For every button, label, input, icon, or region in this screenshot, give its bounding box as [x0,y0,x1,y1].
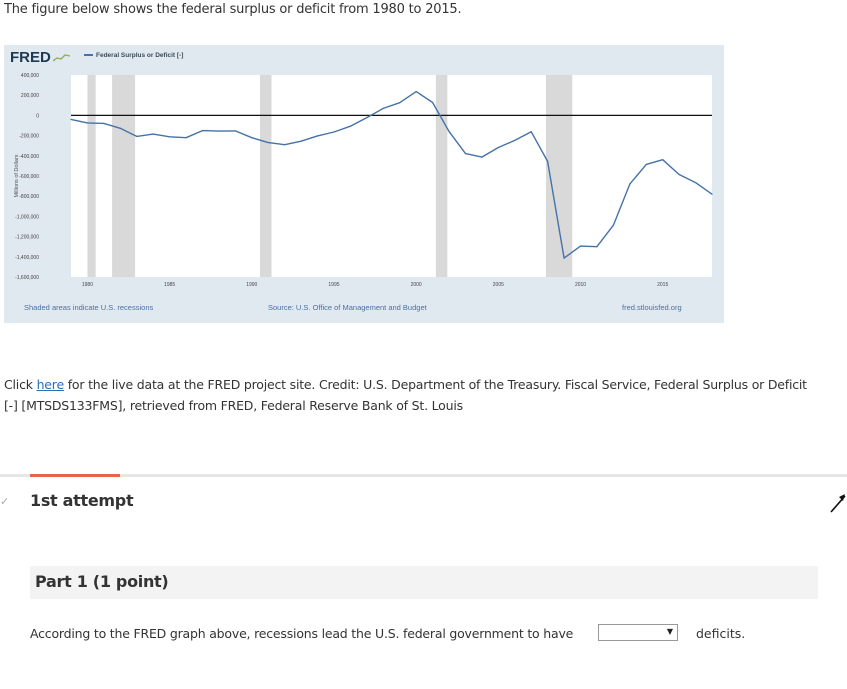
data-point [316,135,319,137]
y-axis-label: Millions of Dollars [14,154,20,197]
fred-logo-chart-icon [53,54,71,62]
data-point [399,102,401,104]
data-point [662,159,664,161]
data-point [547,160,549,162]
y-tick-label: -1,400,000 [15,255,39,261]
chart-svg: 400,000 200,000 0 -200,000 -400,000 -600,000 -… [14,73,713,288]
data-point [596,246,598,248]
y-tick-label: -200,000 [19,134,39,140]
x-tick-label: 2005 [493,282,504,288]
data-point [481,156,483,158]
data-point [201,129,204,132]
question-text: According to the FRED graph above, reces… [30,626,574,641]
credit-suffix: for the live data at the FRED project si… [4,377,807,413]
data-point [86,122,89,124]
mouse-cursor-icon [830,494,846,513]
data-point [711,193,713,195]
section-divider [0,474,847,477]
y-tick-label: -1,000,000 [15,214,39,220]
data-point [431,101,434,104]
data-point [284,144,286,146]
y-tick-label: -1,200,000 [15,235,39,241]
data-point [152,133,154,135]
source-note: Source: U.S. Office of Management and Bu… [268,303,427,312]
divider-accent [30,474,120,477]
credit-prefix: Click [4,377,37,392]
data-point [497,146,499,149]
here-link[interactable]: here [37,377,65,392]
data-point [514,139,516,142]
data-point [267,141,269,144]
data-point [464,152,467,155]
x-tick-label: 1990 [246,282,257,288]
y-tick-label: -800,000 [19,194,39,200]
data-point [169,136,171,138]
data-point [185,137,187,139]
data-point [415,90,417,93]
legend-label: Federal Surplus or Deficit [-] [96,52,184,59]
question-after-text: deficits. [696,626,746,641]
data-point [612,224,614,226]
data-point [629,183,631,185]
recession-band [87,75,96,277]
data-point [366,117,368,119]
data-point [136,135,138,138]
fred-graph[interactable]: 400,000 200,000 0 -200,000 -400,000 -600,000 -… [4,45,724,323]
chart-legend: Federal Surplus or Deficit [-] [84,52,183,59]
data-point [300,140,302,142]
part-title: Part 1 (1 point) [35,572,169,591]
x-tick-label: 1985 [164,282,175,288]
x-tick-label: 2010 [575,282,586,288]
fred-url: fred.stlouisfed.org [622,303,682,312]
data-point [103,122,105,124]
data-point [563,257,565,259]
recession-band [112,75,136,277]
credit-text: Click here for the live data at the FRED… [4,374,824,416]
data-point [530,131,532,133]
attempt-heading: 1st attempt [30,491,134,510]
intro-text: The figure below shows the federal surpl… [4,2,462,17]
part-header: Part 1 (1 point) [30,566,818,599]
check-icon: ✓ [0,495,10,508]
x-tick-label: 1995 [328,282,339,288]
legend-swatch [84,54,93,57]
x-tick-label: 2015 [657,282,668,288]
data-point [694,181,697,184]
recession-note: Shaded areas indicate U.S. recessions [24,303,154,312]
y-tick-label: -400,000 [19,154,39,160]
data-point [251,137,253,139]
data-point [70,118,72,121]
dropdown-caret-icon: ▼ [666,627,673,636]
data-point [448,130,450,132]
y-tick-label: -600,000 [19,174,39,180]
data-point [333,131,335,133]
data-point [218,130,220,132]
y-tick-label: 400,000 [21,73,39,79]
recession-band [260,75,272,277]
x-tick-label: 1980 [82,282,93,288]
recession-band [435,75,448,277]
data-point [234,130,236,132]
fred-logo: FRED [10,49,51,66]
data-point [382,107,384,110]
x-tick-label: 2000 [411,282,422,288]
data-point [119,127,121,129]
y-tick-label: -1,600,000 [15,275,39,281]
data-point [579,245,582,247]
y-tick-label: 200,000 [21,93,39,99]
data-point [349,125,352,127]
data-point [678,173,680,176]
y-tick-label: 0 [36,113,39,119]
data-point [645,163,647,165]
answer-dropdown[interactable]: ▼ [598,624,678,641]
